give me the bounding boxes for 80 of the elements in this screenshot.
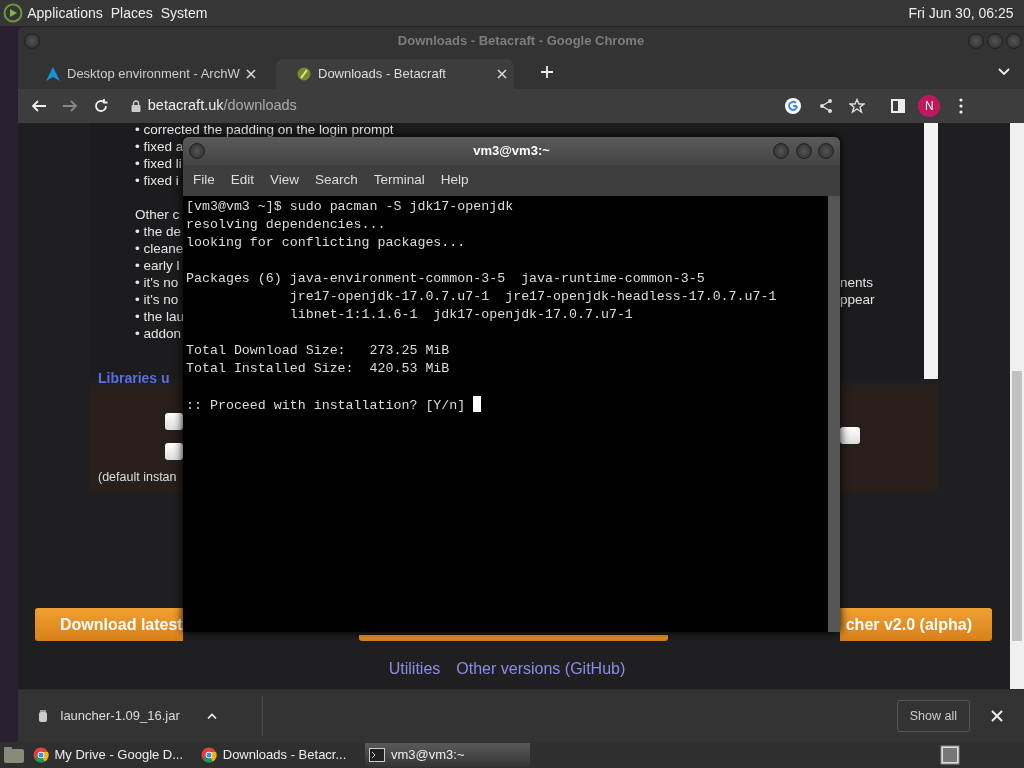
window-title: vm3@vm3:~: [473, 142, 550, 161]
jar-icon: [37, 709, 48, 723]
page-link[interactable]: Other versions (GitHub): [456, 657, 626, 681]
plus-icon: [540, 64, 554, 79]
changelog-line: • the lau: [135, 310, 184, 323]
address-bar[interactable]: betacraft.uk/downloads: [118, 92, 809, 120]
google-icon[interactable]: [784, 97, 803, 115]
menu-item[interactable]: File: [185, 170, 223, 191]
menu-item[interactable]: Terminal: [365, 170, 433, 191]
terminal-line: Packages (6) java-environment-common-3-5 java-runtime-common-3-5: [186, 271, 705, 286]
terminal-line: Total Download Size: 273.25 MiB: [186, 343, 450, 358]
changelog-line: nents: [840, 276, 875, 289]
changelog-line: • addon: [135, 327, 182, 340]
taskbar-item[interactable]: vm3@vm3:~: [365, 743, 530, 767]
changelog-line: • corrected the padding on the login prompt: [135, 123, 394, 136]
download-item[interactable]: launcher-1.09_16.jar: [37, 696, 263, 736]
terminal-line: Total Installed Size: 420.53 MiB: [186, 361, 450, 376]
changelog-line: • cleane: [135, 242, 184, 255]
section-heading: Libraries u: [98, 370, 170, 386]
panel-menu[interactable]: Places: [106, 2, 157, 24]
changelog-line: • fixed li: [135, 157, 182, 170]
changelog-line: • fixed a: [135, 140, 184, 153]
menu-item[interactable]: Search: [307, 170, 366, 191]
folder-icon[interactable]: [3, 746, 26, 764]
menu-item[interactable]: Help: [432, 170, 477, 191]
taskbar-item[interactable]: Downloads - Betacr...: [196, 743, 362, 767]
leaf-icon: [295, 66, 312, 82]
file-name: launcher-1.09_16.jar: [60, 707, 180, 726]
terminal-line: resolving dependencies...: [186, 217, 386, 232]
scrollbar[interactable]: [828, 196, 840, 632]
workspace-icon[interactable]: [940, 745, 960, 765]
changelog-line: • it's no: [135, 276, 179, 289]
changelog-line: • the de: [135, 225, 181, 238]
terminal-icon: [369, 748, 385, 762]
scrollbar-thumb[interactable]: [1012, 371, 1022, 641]
window-title: Downloads - Betacraft - Google Chrome: [397, 32, 645, 51]
page-link[interactable]: Utilities: [388, 657, 441, 681]
arrow-left-icon: [30, 98, 47, 114]
caret-up-icon[interactable]: [206, 713, 217, 719]
terminal-line: :: Proceed with installation? [Y/n]: [186, 398, 467, 413]
reload-icon: [93, 98, 109, 114]
arrow-right-icon: [61, 98, 78, 114]
terminal-line: [vm3@vm3 ~]$ sudo pacman -S jdk17-openjdk: [186, 199, 514, 214]
cursor: [473, 396, 482, 412]
changelog-line: ppear: [840, 293, 876, 306]
option-button[interactable]: [840, 427, 860, 444]
chrome-icon: [200, 747, 217, 763]
page-scrollbar[interactable]: [1010, 123, 1024, 689]
chevron-down-icon: [997, 67, 1010, 76]
browser-tab[interactable]: Desktop environment - ArchW: [24, 59, 239, 89]
chrome-icon: [32, 747, 49, 763]
menu-item[interactable]: Edit: [222, 170, 263, 191]
changelog-line: Other c: [135, 208, 180, 221]
changelog-line: • it's no: [135, 293, 179, 306]
browser-tab[interactable]: Downloads - Betacraft: [275, 59, 490, 89]
close-icon: [496, 69, 507, 79]
side-panel-icon: [890, 98, 906, 114]
terminal-line: jre17-openjdk-17.0.7.u7-1 jre17-openjdk-headless-17.0.7.u7-1: [288, 289, 777, 304]
terminal-line: libnet-1:1.1.6-1 jdk17-openjdk-17.0.7.u7-1: [288, 307, 633, 322]
close-icon: [245, 69, 256, 79]
clock: Fri Jun 30, 06:25: [907, 3, 1015, 23]
taskbar-item[interactable]: My Drive - Google D...: [28, 743, 194, 767]
url-text: betacraft.uk/downloads: [147, 96, 297, 116]
kebab-menu-icon: [958, 98, 963, 114]
panel-menu[interactable]: Applications: [23, 2, 107, 24]
panel-menu[interactable]: System: [156, 2, 212, 24]
share-icon: [817, 98, 834, 114]
lock-icon: [131, 100, 142, 112]
option-button[interactable]: [165, 413, 183, 430]
show-all-button[interactable]: Show all: [896, 699, 970, 733]
changelog-line: • fixed i: [135, 174, 179, 187]
changelog-line: • early l: [135, 259, 180, 272]
note-text: (default instan: [98, 469, 177, 486]
logo-icon[interactable]: [3, 3, 24, 23]
menu-item[interactable]: View: [262, 170, 308, 191]
star-icon: [848, 98, 865, 114]
triangle-icon: [44, 66, 61, 82]
close-icon: [991, 710, 1003, 722]
option-button[interactable]: [165, 443, 183, 460]
terminal-line: looking for conflicting packages...: [186, 235, 466, 250]
